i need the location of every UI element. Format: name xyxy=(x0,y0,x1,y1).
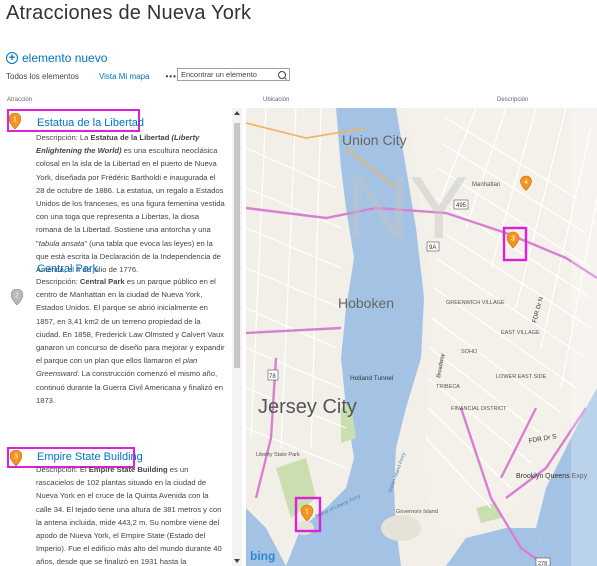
route-shield-9a: 9A xyxy=(426,241,440,252)
search-input[interactable]: Encontrar un elemento xyxy=(177,68,290,81)
attraction-description: Descripción: La Estatua de la Libertad (… xyxy=(36,131,226,276)
description-text: El Empire State Building es un rascaciel… xyxy=(36,465,222,566)
attraction-description: Descripción: Central Park es un parque p… xyxy=(36,275,226,407)
description-text: La Estatua de la Libertad (Liberty Enlig… xyxy=(36,133,225,275)
map-label-hoboken: Hoboken xyxy=(338,295,394,311)
map-label-governors: Governors Island xyxy=(396,509,438,515)
route-shield-78: 78 xyxy=(267,369,279,381)
map-label-soho: SOHO xyxy=(461,349,478,355)
more-options-icon[interactable]: ••• xyxy=(165,72,176,81)
map-canvas[interactable]: NY Union City Hoboken Jersey City Manhat… xyxy=(246,108,597,566)
view-toolbar: Todos los elementos Vista Mi mapa ••• xyxy=(6,69,177,83)
column-header-description[interactable]: Descripción xyxy=(497,97,528,103)
map-pin-icon: 2 xyxy=(11,289,23,305)
map-label-manhattan: Manhattan xyxy=(472,182,500,188)
pin-number: 2 xyxy=(15,292,19,299)
attraction-title[interactable]: Estatua de la Libertad xyxy=(37,117,144,129)
new-item-button[interactable]: + elemento nuevo xyxy=(6,51,107,65)
map-label-lower-east-side: LOWER EAST SIDE xyxy=(496,374,547,380)
map-label-tribeca: TRIBECA xyxy=(436,384,460,390)
pin-number: 4 xyxy=(524,179,528,186)
description-text: Central Park es un parque público en el … xyxy=(36,277,225,405)
route-shield-278: 278 xyxy=(535,557,551,566)
attraction-title[interactable]: Central Park xyxy=(37,263,98,275)
map-label-greenwich: GREENWICH VILLAGE xyxy=(446,300,505,306)
description-label: Descripción: xyxy=(36,277,78,286)
scroll-down-icon[interactable] xyxy=(234,559,240,563)
plus-icon: + xyxy=(6,52,18,64)
pin-number: 1 xyxy=(305,509,309,516)
column-header-attraction[interactable]: Atracción xyxy=(7,97,32,103)
attraction-title[interactable]: Empire State Building xyxy=(37,451,143,463)
map-label-financial-district: FINANCIAL DISTRICT xyxy=(451,406,507,412)
attractions-list: 1 Estatua de la Libertad Descripción: La… xyxy=(0,108,231,566)
search-icon[interactable] xyxy=(278,71,286,79)
route-495-label: 495 xyxy=(456,203,467,209)
map-label-holland-tunnel: Holland Tunnel xyxy=(350,375,394,382)
view-all-items-link[interactable]: Todos los elementos xyxy=(6,72,79,81)
map-label-east-village: EAST VILLAGE xyxy=(501,330,540,336)
description-label: Descripción: xyxy=(36,133,78,142)
description-label: Descripción: xyxy=(36,465,78,474)
route-78-label: 78 xyxy=(269,374,276,380)
pin-number: 3 xyxy=(511,236,515,243)
list-scrollbar[interactable] xyxy=(232,108,242,566)
scroll-up-icon[interactable] xyxy=(234,111,240,115)
map-view[interactable]: NY Union City Hoboken Jersey City Manhat… xyxy=(246,108,597,566)
page-title: Atracciones de Nueva York xyxy=(6,2,252,24)
scrollbar-thumb[interactable] xyxy=(234,123,240,368)
route-shield-495: 495 xyxy=(453,199,469,210)
new-item-label: elemento nuevo xyxy=(22,51,108,65)
map-label-union-city: Union City xyxy=(342,132,407,148)
attraction-description: Descripción: El Empire State Building es… xyxy=(36,463,226,566)
bing-logo: bing xyxy=(250,549,275,563)
route-278-label: 278 xyxy=(538,561,547,566)
map-label-jersey-city: Jersey City xyxy=(258,396,357,418)
view-my-map-link[interactable]: Vista Mi mapa xyxy=(99,72,150,81)
route-9a-label: 9A xyxy=(429,245,436,251)
map-label-liberty-state-park: Liberty State Park xyxy=(256,452,300,458)
column-header-location[interactable]: Ubicación xyxy=(263,97,289,103)
search-placeholder: Encontrar un elemento xyxy=(181,70,257,79)
state-watermark: NY xyxy=(346,158,468,257)
